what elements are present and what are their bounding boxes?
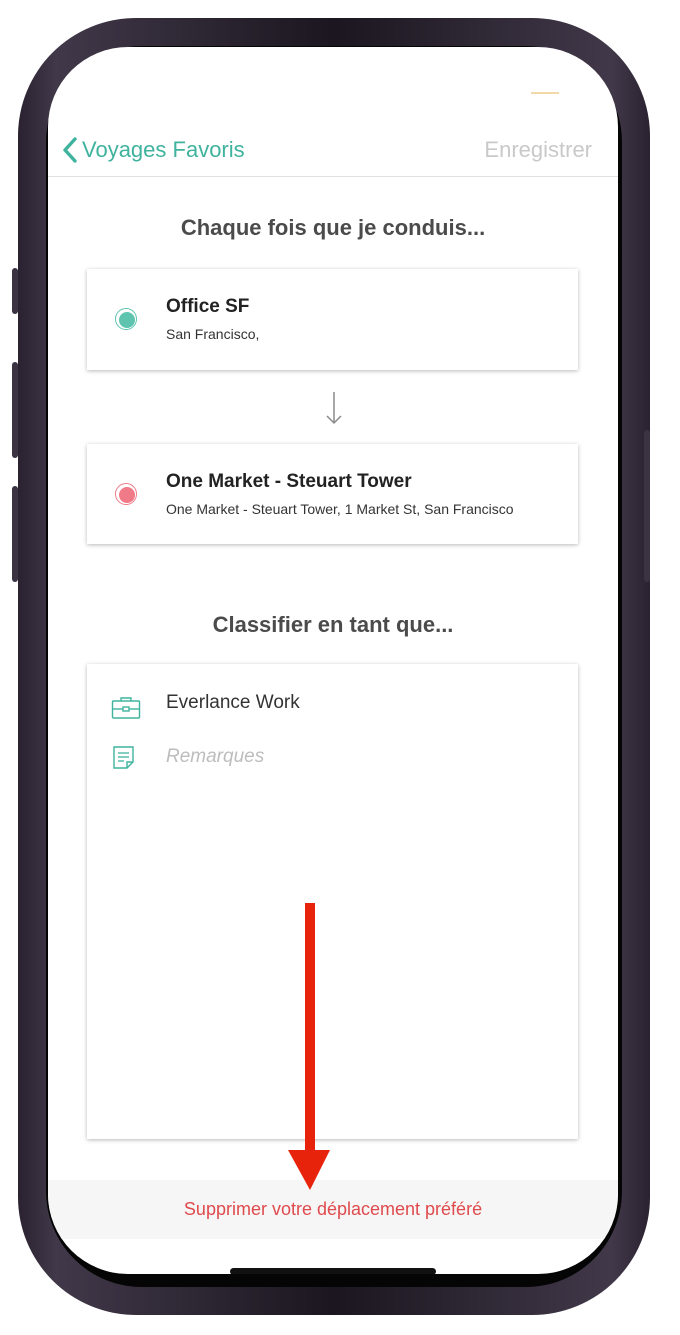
annotation-arrow-icon [288, 903, 330, 1190]
